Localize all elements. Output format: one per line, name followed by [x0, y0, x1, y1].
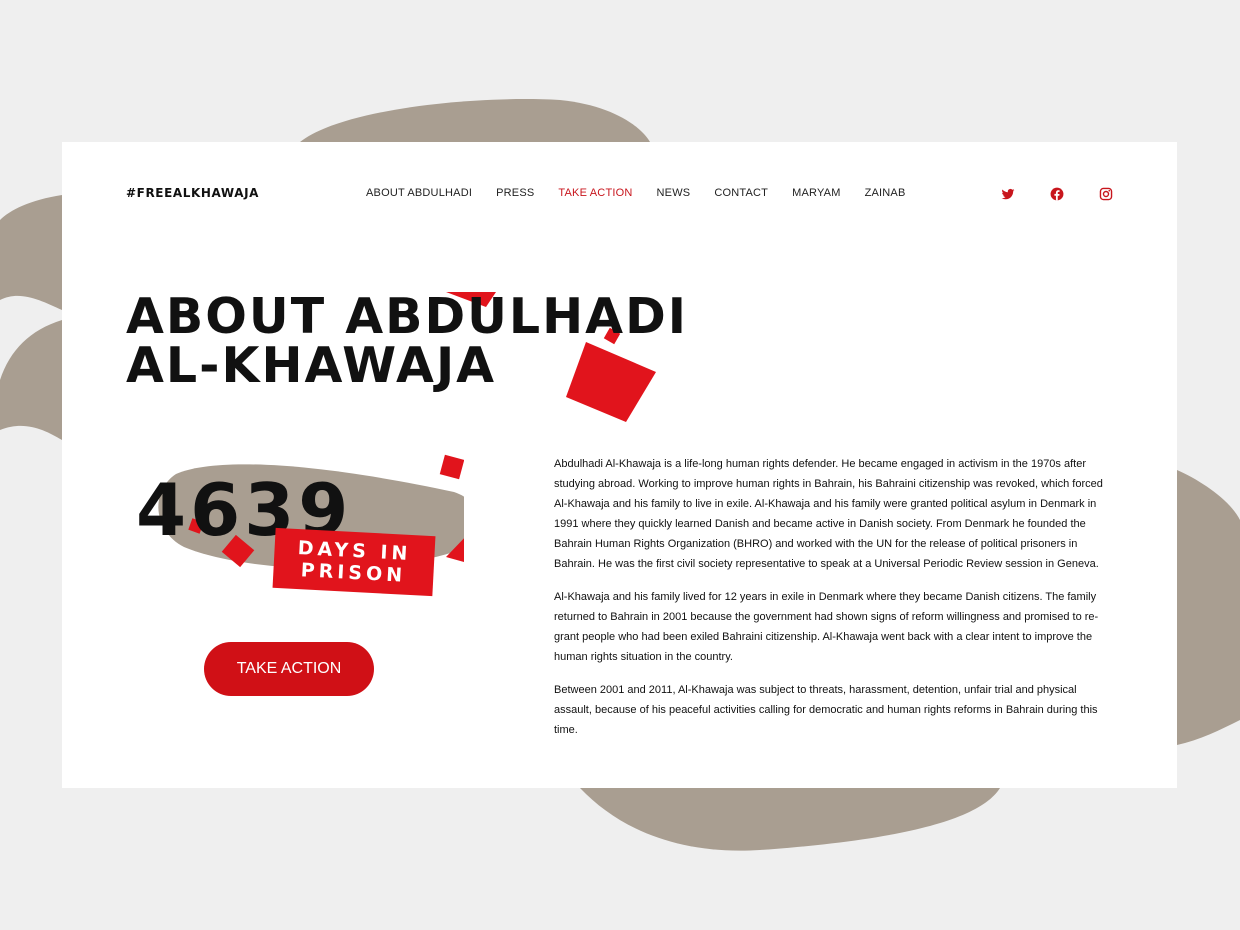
about-text: Abdulhadi Al-Khawaja is a life-long huma… [554, 454, 1114, 753]
days-label-line-2: PRISON [300, 559, 407, 587]
title-line-2: AL-KHAWAJA [126, 337, 497, 394]
about-paragraph: Between 2001 and 2011, Al-Khawaja was su… [554, 684, 1098, 736]
main-card: #FREEALKHAWAJA ABOUT ABDULHADI PRESS TAK… [62, 142, 1177, 788]
about-paragraph: Abdulhadi Al-Khawaja is a life-long huma… [554, 458, 1103, 570]
nav-item-news[interactable]: NEWS [657, 187, 691, 199]
days-in-prison-label: DAYS IN PRISON [272, 527, 436, 597]
facebook-icon[interactable] [1050, 187, 1064, 201]
nav-item-zainab[interactable]: ZAINAB [865, 187, 906, 199]
take-action-button[interactable]: TAKE ACTION [204, 642, 374, 696]
site-logo[interactable]: #FREEALKHAWAJA [126, 186, 259, 200]
nav-item-press[interactable]: PRESS [496, 187, 534, 199]
instagram-icon[interactable] [1099, 187, 1113, 201]
days-in-prison-counter: 4639 DAYS IN PRISON [124, 452, 464, 602]
nav-item-contact[interactable]: CONTACT [714, 187, 768, 199]
nav-item-maryam[interactable]: MARYAM [792, 187, 840, 199]
twitter-icon[interactable] [1001, 187, 1015, 201]
about-paragraph: Al-Khawaja and his family lived for 12 y… [554, 591, 1099, 663]
nav-item-about-abdulhadi[interactable]: ABOUT ABDULHADI [366, 187, 472, 199]
page-title: ABOUT ABDULHADI AL-KHAWAJA [126, 292, 688, 390]
nav-item-take-action[interactable]: TAKE ACTION [558, 187, 632, 199]
main-nav: ABOUT ABDULHADI PRESS TAKE ACTION NEWS C… [366, 187, 906, 199]
hero-title-block: ABOUT ABDULHADI AL-KHAWAJA [126, 292, 886, 422]
